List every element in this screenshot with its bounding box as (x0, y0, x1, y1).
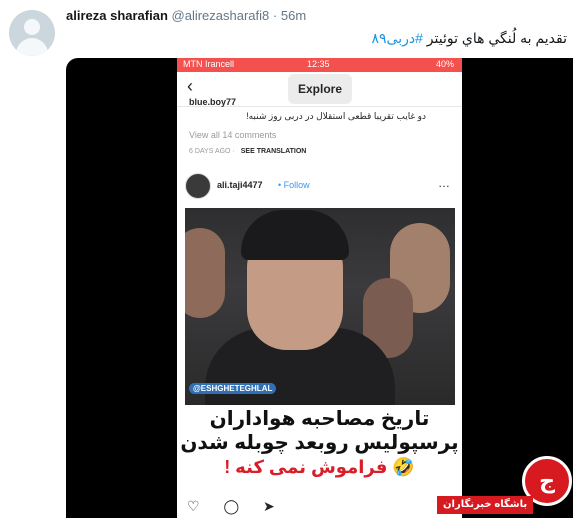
follow-separator: • (278, 180, 282, 190)
tweet-media[interactable]: MTN Irancell 12:35 40% ‹ Explore blue.bo… (66, 58, 573, 518)
see-translation: SEE TRANSLATION (240, 148, 307, 155)
header-separator: · (272, 8, 278, 23)
hashtag-link[interactable]: #دربی۸۹ (372, 30, 423, 46)
more-options-icon: … (438, 176, 450, 190)
video-caption: تاریخ مصاحبه هواداران پرسپولیس روبعد چوب… (177, 405, 462, 493)
tweet-text-body: تقديم به لُنگي هاي توئيتر (422, 30, 567, 46)
view-all-comments: View all 14 comments (189, 130, 277, 140)
chevron-left-icon: ‹ (187, 76, 193, 96)
post-username: ali.taji4477 (217, 180, 263, 190)
subject-hair (241, 210, 349, 260)
author-handle[interactable]: @alirezasharafi8 (172, 8, 270, 23)
video-frame: @ESHGHETEGHLAL (185, 208, 455, 405)
news-agency-label: باشگاه خبرنگاران (437, 496, 534, 514)
author-name[interactable]: alireza sharafian (66, 8, 168, 23)
comment-date-row: 6 DAYS AGO · SEE TRANSLATION (189, 148, 306, 155)
channel-logo: @ESHGHETEGHLAL (189, 383, 277, 394)
status-time: 12:35 (307, 59, 330, 69)
tweet-time[interactable]: 56m (281, 8, 306, 23)
caption-emoji: 🤣 (392, 457, 415, 477)
comment-text: دو غایب تقریبا قطعی استقلال در دربی روز … (246, 111, 426, 121)
author-avatar[interactable] (9, 10, 55, 56)
tweet-text: تقديم به لُنگي هاي توئيتر #دربی۸۹ (372, 30, 568, 47)
caption-line-1: تاریخ مصاحبه هواداران (209, 408, 430, 430)
post-date: 6 DAYS AGO (189, 148, 231, 155)
follow-link: • Follow (278, 180, 310, 190)
background-person (185, 228, 225, 318)
carrier-label: MTN Irancell (183, 59, 235, 69)
post-action-icons: ♡ ◯ ➤ (187, 498, 285, 514)
avatar-head-shape (24, 19, 40, 35)
battery-label: 40% (435, 59, 454, 69)
follow-label: Follow (283, 180, 310, 190)
post-header: ali.taji4477 • Follow … (177, 166, 462, 204)
post-avatar (185, 173, 211, 199)
date-separator: · (232, 148, 235, 155)
caption-line-3: 🤣 فراموش نمی کنه ! (177, 455, 462, 479)
comment-username: blue.boy77 (189, 97, 237, 107)
instagram-screenshot: MTN Irancell 12:35 40% ‹ Explore blue.bo… (177, 58, 462, 518)
nav-title: Explore (288, 74, 352, 104)
caption-line-3-text: فراموش نمی کنه ! (224, 457, 388, 477)
caption-line-2: پرسپولیس روبعد چوبله شدن (180, 432, 459, 454)
avatar-body-shape (16, 38, 48, 56)
phone-status-bar: MTN Irancell 12:35 40% (177, 58, 462, 72)
news-agency-watermark: ج باشگاه خبرنگاران (437, 456, 573, 518)
tweet-header: alireza sharafian @alirezasharafi8 · 56m (66, 8, 306, 23)
